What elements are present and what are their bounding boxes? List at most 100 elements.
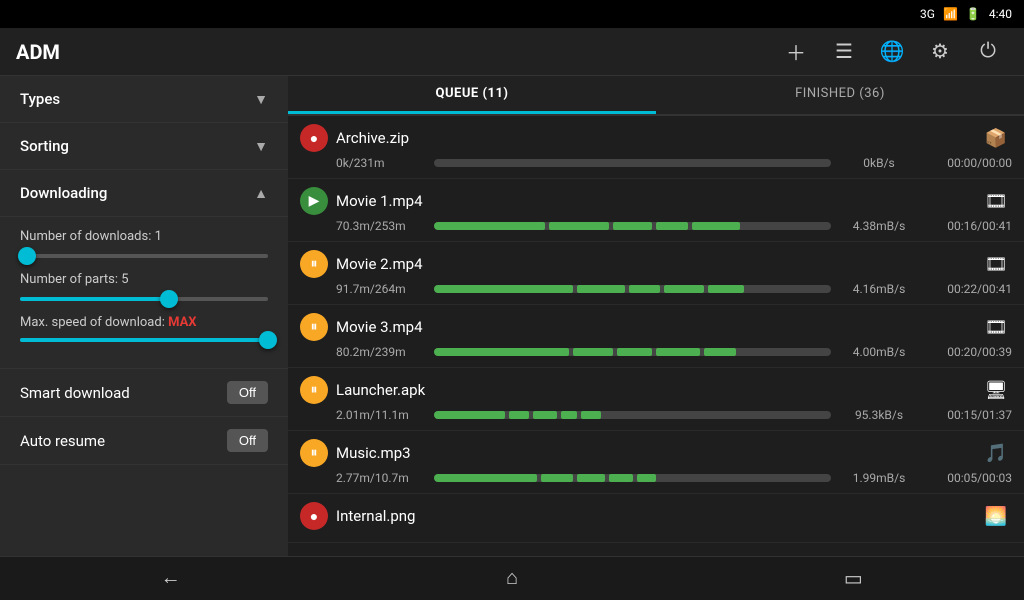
item-status-icon: ▶ [300,187,328,215]
item-size: 2.01m/11.1m [336,408,426,422]
item-row1: ▶ Movie 1.mp4 🎞 [300,187,1012,215]
item-thumbnail: 🌅 [980,502,1012,530]
item-speed: 95.3kB/s [839,408,919,422]
item-thumbnail: 🖥 [980,376,1012,404]
top-actions: ＋ ☰ 🌐 ⚙ ⏻ [776,32,1008,72]
power-button[interactable]: ⏻ [968,32,1008,72]
downloading-chevron-icon: ▲ [254,185,268,202]
top-bar: ADM ＋ ☰ 🌐 ⚙ ⏻ [0,28,1024,76]
max-speed-slider[interactable] [20,338,268,342]
num-parts-label: Number of parts: 5 [20,272,268,287]
smart-download-row: Smart download Off [0,369,288,417]
item-row2: 0k/231m 0kB/s 00:00/00:00 [300,156,1012,170]
sorting-section[interactable]: Sorting ▼ [0,123,288,170]
auto-resume-row: Auto resume Off [0,417,288,465]
item-size: 0k/231m [336,156,426,170]
auto-resume-label: Auto resume [20,432,105,450]
types-label: Types [20,90,60,108]
item-row2: 2.01m/11.1m 95.3kB/s 00:15/01:37 [300,408,1012,422]
network-indicator: 3G [920,7,935,21]
item-row2: 91.7m/264m 4.16mB/s 00:22/00:41 [300,282,1012,296]
download-item[interactable]: ⏸ Movie 3.mp4 🎞 80.2m/239m 4.00mB/s 00:2… [288,305,1024,368]
item-row1: ⏸ Movie 3.mp4 🎞 [300,313,1012,341]
menu-button[interactable]: ☰ [824,32,864,72]
item-time: 00:20/00:39 [927,345,1012,359]
smart-download-toggle[interactable]: Off [227,381,268,404]
item-filename: Launcher.apk [336,381,972,399]
item-time: 00:00/00:00 [927,156,1012,170]
downloading-label: Downloading [20,184,107,202]
item-time: 00:16/00:41 [927,219,1012,233]
item-size: 70.3m/253m [336,219,426,233]
item-progress-bar [434,222,831,230]
smart-download-label: Smart download [20,384,130,402]
item-row1: ● Internal.png 🌅 [300,502,1012,530]
downloading-content: Number of downloads: 1 Number of parts: … [0,217,288,369]
signal-icon: 📶 [943,7,958,21]
max-speed-thumb[interactable] [259,331,277,349]
home-button[interactable]: ⌂ [482,561,542,597]
item-row1: ● Archive.zip 📦 [300,124,1012,152]
item-progress-bar [434,411,831,419]
item-row1: ⏸ Music.mp3 🎵 [300,439,1012,467]
downloading-section[interactable]: Downloading ▲ [0,170,288,217]
item-speed: 1.99mB/s [839,471,919,485]
item-progress-chunks [434,285,831,293]
item-status-icon: ⏸ [300,376,328,404]
status-bar: 3G 📶 🔋 4:40 [0,0,1024,28]
types-section[interactable]: Types ▼ [0,76,288,123]
num-downloads-thumb[interactable] [18,247,36,265]
types-chevron-icon: ▼ [254,91,268,108]
sorting-chevron-icon: ▼ [254,138,268,155]
item-time: 00:22/00:41 [927,282,1012,296]
item-speed: 4.16mB/s [839,282,919,296]
item-row1: ⏸ Movie 2.mp4 🎞 [300,250,1012,278]
tab-finished[interactable]: FINISHED (36) [656,76,1024,114]
download-item[interactable]: ⏸ Movie 2.mp4 🎞 91.7m/264m 4.16mB/s 00:2… [288,242,1024,305]
download-item[interactable]: ● Archive.zip 📦 0k/231m 0kB/s 00:00/00:0… [288,116,1024,179]
item-status-icon: ● [300,124,328,152]
item-progress-chunks [434,348,831,356]
item-filename: Internal.png [336,507,972,525]
item-speed: 0kB/s [839,156,919,170]
item-filename: Music.mp3 [336,444,972,462]
max-speed-fill [20,338,268,342]
max-speed-track [20,338,268,342]
item-filename: Movie 2.mp4 [336,255,972,273]
download-item[interactable]: ● Internal.png 🌅 [288,494,1024,543]
app-title: ADM [16,40,776,64]
item-filename: Archive.zip [336,129,972,147]
recents-button[interactable]: ▭ [823,561,883,597]
auto-resume-toggle[interactable]: Off [227,429,268,452]
tab-queue[interactable]: QUEUE (11) [288,76,656,114]
settings-button[interactable]: ⚙ [920,32,960,72]
item-size: 80.2m/239m [336,345,426,359]
item-thumbnail: 🎞 [980,187,1012,215]
add-button[interactable]: ＋ [776,32,816,72]
item-row2: 70.3m/253m 4.38mB/s 00:16/00:41 [300,219,1012,233]
clock: 4:40 [989,7,1012,21]
num-parts-track [20,297,268,301]
tabs: QUEUE (11) FINISHED (36) [288,76,1024,116]
num-parts-slider[interactable] [20,297,268,301]
num-downloads-track [20,254,268,258]
item-status-icon: ⏸ [300,439,328,467]
download-item[interactable]: ⏸ Launcher.apk 🖥 2.01m/11.1m 95.3kB/s 00… [288,368,1024,431]
item-progress-bar [434,474,831,482]
download-item[interactable]: ⏸ Music.mp3 🎵 2.77m/10.7m 1.99mB/s 00:05… [288,431,1024,494]
globe-button[interactable]: 🌐 [872,32,912,72]
item-thumbnail: 🎵 [980,439,1012,467]
num-parts-thumb[interactable] [160,290,178,308]
item-status-icon: ⏸ [300,313,328,341]
back-button[interactable]: ← [141,561,201,597]
item-thumbnail: 🎞 [980,313,1012,341]
download-item[interactable]: ▶ Movie 1.mp4 🎞 70.3m/253m 4.38mB/s 00:1… [288,179,1024,242]
item-progress-bar [434,285,831,293]
download-list: ● Archive.zip 📦 0k/231m 0kB/s 00:00/00:0… [288,116,1024,556]
item-speed: 4.00mB/s [839,345,919,359]
item-progress-chunks [434,474,831,482]
item-thumbnail: 🎞 [980,250,1012,278]
num-downloads-slider[interactable] [20,254,268,258]
sorting-label: Sorting [20,137,69,155]
item-progress-chunks [434,411,831,419]
